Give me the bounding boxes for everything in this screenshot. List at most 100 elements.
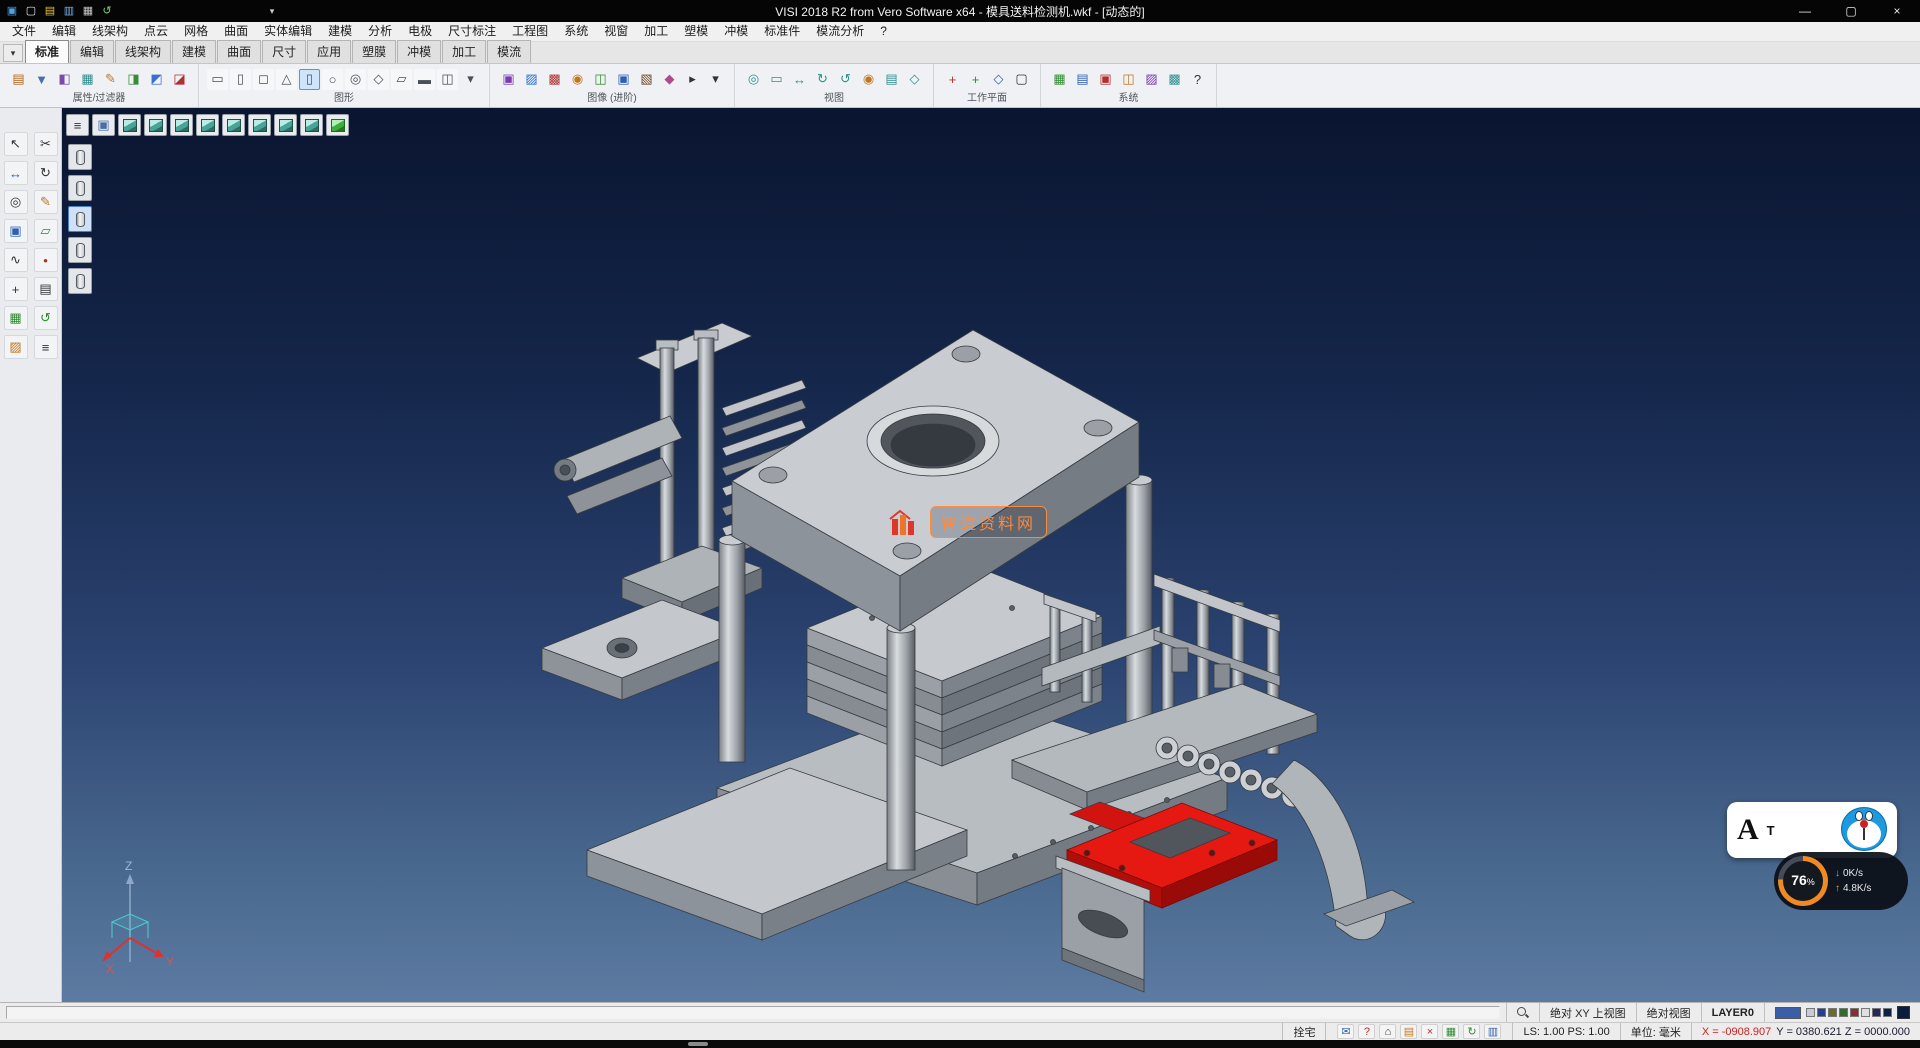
menu-item[interactable]: 工程图 [504, 22, 556, 41]
menu-item[interactable]: 模流分析 [808, 22, 872, 41]
taskbar-item[interactable] [688, 1042, 708, 1046]
workplane-slot-2[interactable] [68, 175, 92, 201]
absolute-view-segment[interactable]: 绝对视图 [1636, 1003, 1701, 1022]
background-icon[interactable]: ▧ [636, 69, 657, 90]
torus-icon[interactable]: ◎ [345, 69, 366, 90]
view-iso-icon[interactable] [118, 114, 141, 136]
layer-segment[interactable]: LAYER0 [1701, 1003, 1764, 1022]
quick-access-more-icon[interactable]: ▾ [265, 6, 279, 17]
tab[interactable]: 冲模 [397, 40, 441, 63]
current-color-swatch[interactable] [1775, 1007, 1801, 1019]
system-display-icon[interactable]: ◫ [1118, 69, 1139, 90]
view-back-icon[interactable] [248, 114, 271, 136]
table-icon[interactable]: ▥ [1484, 1024, 1501, 1039]
block-icon[interactable]: ▬ [414, 69, 435, 90]
color-swatch[interactable] [1850, 1008, 1859, 1017]
surface-icon[interactable]: ▱ [34, 219, 58, 243]
menu-item[interactable]: ? [872, 22, 895, 41]
menu-item[interactable]: 编辑 [44, 22, 84, 41]
cone-icon[interactable]: △ [276, 69, 297, 90]
list-icon[interactable]: ▤ [1400, 1024, 1417, 1039]
menu-item[interactable]: 视窗 [596, 22, 636, 41]
camera-icon[interactable]: ◫ [590, 69, 611, 90]
fill-icon[interactable]: ▨ [4, 335, 28, 359]
view-shaded-icon[interactable] [326, 114, 349, 136]
scale-segment[interactable]: LS: 1.00 PS: 1.00 [1512, 1023, 1619, 1040]
viewport[interactable]: ≡ ▣ [62, 108, 1920, 1002]
rotate-view-icon[interactable]: ↻ [812, 69, 833, 90]
workplane-align-icon[interactable]: ◇ [988, 69, 1009, 90]
menu-item[interactable]: 网格 [176, 22, 216, 41]
menu-item[interactable]: 曲面 [216, 22, 256, 41]
image-more-icon[interactable]: ▾ [705, 69, 726, 90]
view-right-icon[interactable] [196, 114, 219, 136]
tab[interactable]: 塑膜 [352, 40, 396, 63]
menu-item[interactable]: 标准件 [756, 22, 808, 41]
system-select-icon[interactable]: ▨ [1141, 69, 1162, 90]
view-front-icon[interactable] [170, 114, 193, 136]
zoom-window-icon[interactable]: ▭ [766, 69, 787, 90]
perspective-icon[interactable]: ◇ [904, 69, 925, 90]
properties-icon[interactable]: ▤ [8, 69, 29, 90]
rotate-icon[interactable]: ↻ [34, 161, 58, 185]
dynamic-view-icon[interactable]: ◉ [858, 69, 879, 90]
menu-item[interactable]: 加工 [636, 22, 676, 41]
tab[interactable]: 尺寸 [262, 40, 306, 63]
tab[interactable]: 标准 [25, 40, 69, 63]
tab[interactable]: 应用 [307, 40, 351, 63]
system-settings-icon[interactable]: ▤ [1072, 69, 1093, 90]
zoom-icon[interactable]: ◎ [4, 190, 28, 214]
color-swatch[interactable] [1828, 1008, 1837, 1017]
effects-icon[interactable]: ◆ [659, 69, 680, 90]
pan-icon[interactable]: ↔ [4, 161, 28, 185]
workplane-slot-5[interactable] [68, 268, 92, 294]
tabbar-dropdown-icon[interactable]: ▾ [3, 44, 23, 62]
view-box-icon[interactable]: ▣ [92, 114, 115, 136]
new-file-icon[interactable]: ▢ [23, 3, 39, 19]
material-icon[interactable]: ▩ [544, 69, 565, 90]
snap-segment[interactable]: 拴宅 [1282, 1023, 1325, 1040]
input-helper-card[interactable]: A T [1727, 802, 1897, 858]
system-colors-icon[interactable]: ▦ [1049, 69, 1070, 90]
workplane-xy-icon[interactable]: + [942, 69, 963, 90]
app-icon[interactable]: ▣ [4, 3, 20, 19]
snapshot-icon[interactable]: ▣ [613, 69, 634, 90]
undo-icon[interactable]: ↺ [99, 3, 115, 19]
tab[interactable]: 模流 [487, 40, 531, 63]
layers-icon[interactable]: ▤ [34, 277, 58, 301]
text-tool-icon[interactable]: T [1767, 823, 1775, 838]
view-menu-icon[interactable]: ≡ [66, 114, 89, 136]
view-list-icon[interactable]: ▤ [881, 69, 902, 90]
workplane-slot-3[interactable] [68, 206, 92, 232]
view-left-icon[interactable] [222, 114, 245, 136]
close-button[interactable]: × [1874, 0, 1920, 22]
curve-icon[interactable]: ∿ [4, 248, 28, 272]
undo-history-icon[interactable]: ↺ [34, 306, 58, 330]
light-icon[interactable]: ◉ [567, 69, 588, 90]
cylinder-select-icon[interactable]: ▯ [299, 69, 320, 90]
attribute-paint-icon[interactable]: ✎ [100, 69, 121, 90]
menu-item[interactable]: 建模 [320, 22, 360, 41]
shell-icon[interactable]: ◫ [437, 69, 458, 90]
network-monitor-pill[interactable]: 76 % ↓ 0K/s ↑ 4.8K/s [1774, 852, 1908, 910]
filter-add-icon[interactable]: ▼ [31, 69, 52, 90]
box-icon[interactable]: ◻ [253, 69, 274, 90]
filter-layer-icon[interactable]: ▦ [77, 69, 98, 90]
prism-icon[interactable]: ▭ [207, 69, 228, 90]
grid-toggle-icon[interactable]: ▦ [1442, 1024, 1459, 1039]
save-icon[interactable]: ▥ [61, 3, 77, 19]
workplane-toggle-icon[interactable]: ▢ [1011, 69, 1032, 90]
sphere-icon[interactable]: ○ [322, 69, 343, 90]
menu-item[interactable]: 点云 [136, 22, 176, 41]
help-icon[interactable]: ? [1358, 1024, 1375, 1039]
minimize-button[interactable]: — [1782, 0, 1828, 22]
point-icon[interactable]: • [34, 248, 58, 272]
workplane-slot-1[interactable] [68, 144, 92, 170]
workplane-new-icon[interactable]: + [965, 69, 986, 90]
refresh-icon[interactable]: ↻ [1463, 1024, 1480, 1039]
color-swatch[interactable] [1861, 1008, 1870, 1017]
menu-item[interactable]: 塑模 [676, 22, 716, 41]
menu-item[interactable]: 文件 [4, 22, 44, 41]
workplane-slot-4[interactable] [68, 237, 92, 263]
select-icon[interactable]: ↖ [4, 132, 28, 156]
